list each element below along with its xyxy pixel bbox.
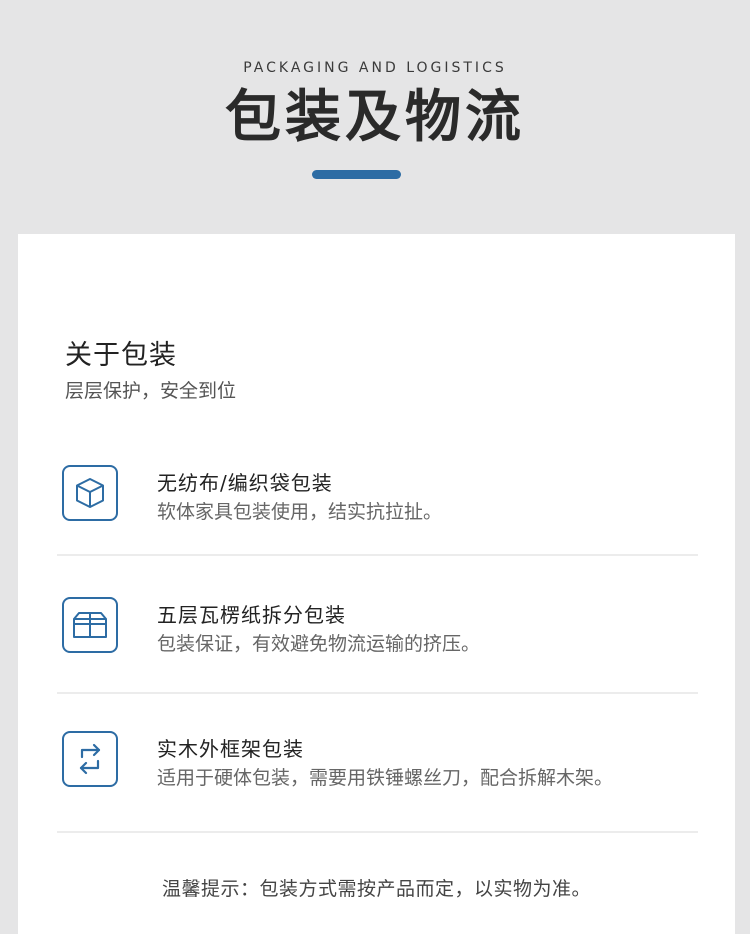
section-subtitle: 层层保护，安全到位 <box>65 380 237 402</box>
divider <box>57 692 698 694</box>
list-item-wooden-frame: 实木外框架包装 适用于硬体包装，需要用铁锤螺丝刀，配合拆解木架。 <box>18 731 735 811</box>
item-description: 适用于硬体包装，需要用铁锤螺丝刀，配合拆解木架。 <box>157 767 614 789</box>
list-item-corrugated: 五层瓦楞纸拆分包装 包装保证，有效避免物流运输的挤压。 <box>18 597 735 677</box>
item-title: 无纺布/编织袋包装 <box>157 471 333 495</box>
item-title: 五层瓦楞纸拆分包装 <box>157 603 346 627</box>
box-icon <box>62 465 118 521</box>
carton-icon <box>62 597 118 653</box>
content-card: 关于包装 层层保护，安全到位 无纺布/编织袋包装 软体家具包装使用，结实抗拉扯。… <box>18 234 735 934</box>
list-item-nonwoven: 无纺布/编织袋包装 软体家具包装使用，结实抗拉扯。 <box>18 465 735 545</box>
item-description: 软体家具包装使用，结实抗拉扯。 <box>157 501 443 523</box>
divider <box>57 554 698 556</box>
eyebrow-text: PACKAGING AND LOGISTICS <box>243 60 507 76</box>
item-title: 实木外框架包装 <box>157 737 304 761</box>
item-description: 包装保证，有效避免物流运输的挤压。 <box>157 633 481 655</box>
page-header: PACKAGING AND LOGISTICS 包装及物流 <box>0 0 750 234</box>
packaging-tip: 温馨提示：包装方式需按产品而定，以实物为准。 <box>161 878 591 900</box>
title-accent-bar <box>312 170 401 179</box>
section-title: 关于包装 <box>65 340 177 371</box>
exchange-arrows-icon <box>62 731 118 787</box>
page-title: 包装及物流 <box>225 85 525 150</box>
divider <box>57 831 698 833</box>
